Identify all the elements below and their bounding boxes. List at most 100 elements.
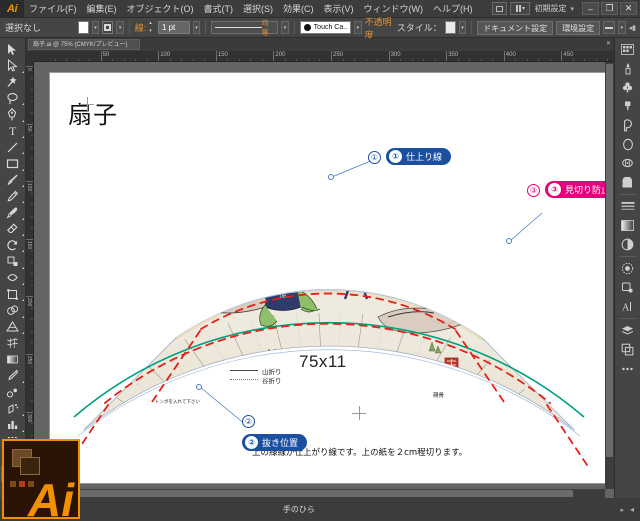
arrange-documents-icon[interactable]: ▾ (510, 2, 531, 15)
bridge-icon[interactable] (492, 2, 508, 15)
callout-pill-1[interactable]: ① 仕上り線 (386, 148, 452, 165)
paintbrush-tool[interactable] (1, 172, 25, 188)
anchor-point-top[interactable] (328, 174, 334, 180)
fill-color-swatch[interactable] (77, 21, 89, 34)
graphic-style-swatch[interactable] (444, 21, 456, 34)
menu-help[interactable]: ヘルプ(H) (428, 0, 478, 18)
gradient-tool[interactable] (1, 351, 25, 367)
tool-flyout-triangle[interactable] (21, 152, 24, 155)
artboard[interactable]: 06 扇子 75x11 山折り 谷折り トンボを入れて下さい 親骨 上の緑線が仕… (50, 73, 614, 483)
stroke-dropdown-icon[interactable]: ▾ (116, 21, 124, 34)
mesh-tool[interactable] (1, 335, 25, 351)
menu-effect[interactable]: 効果(C) (278, 0, 319, 18)
brush-definition-selector[interactable]: Touch Ca.. (299, 21, 351, 34)
stroke-weight-input[interactable]: 1 pt (157, 21, 190, 34)
vertical-scrollbar[interactable] (605, 62, 614, 489)
stroke-weight-stepper[interactable]: ▴ ▾ (149, 21, 155, 34)
tool-flyout-triangle[interactable] (21, 380, 24, 383)
more-panels-icon[interactable] (616, 359, 640, 378)
menu-object[interactable]: オブジェクト(O) (122, 0, 199, 18)
callout-pill-2[interactable]: ② 抜き位置 (242, 434, 308, 451)
vertical-ruler[interactable]: 0 50 100 150 200 250 300 (26, 62, 34, 498)
tool-flyout-triangle[interactable] (21, 217, 24, 220)
horizontal-scroll-thumb[interactable] (36, 490, 573, 497)
menu-select[interactable]: 選択(S) (238, 0, 278, 18)
perspective-grid-tool[interactable] (1, 319, 25, 335)
align-dropdown-icon[interactable]: ▾ (617, 21, 626, 34)
ruler-corner[interactable] (26, 51, 34, 62)
tool-flyout-triangle[interactable] (21, 250, 24, 253)
column-graph-tool[interactable] (1, 417, 25, 433)
color-themes-panel-icon[interactable] (616, 135, 640, 154)
pen-tool[interactable] (1, 106, 25, 122)
menu-view[interactable]: 表示(V) (319, 0, 359, 18)
tool-flyout-triangle[interactable] (21, 168, 24, 171)
tool-flyout-triangle[interactable] (21, 135, 24, 138)
magic-wand-tool[interactable] (1, 74, 25, 90)
type-tool[interactable]: T (1, 123, 25, 139)
stroke-color-swatch[interactable] (102, 21, 114, 34)
document-setup-button[interactable]: ドキュメント設定 (477, 20, 554, 35)
workspace-caret-icon[interactable]: ▾ (570, 5, 574, 13)
shape-panel-icon[interactable] (616, 154, 640, 173)
tool-flyout-triangle[interactable] (21, 233, 24, 236)
direct-selection-tool[interactable] (1, 57, 25, 73)
minimize-button[interactable]: – (582, 2, 599, 15)
maximize-button[interactable]: ❐ (601, 2, 618, 15)
stepper-up-icon[interactable]: ▴ (149, 21, 155, 26)
horizontal-ruler[interactable]: 50100150200250300350400450500 (34, 51, 614, 62)
shape-builder-panel-icon[interactable] (616, 173, 640, 192)
anchor-point-bottom[interactable] (196, 384, 202, 390)
tool-flyout-triangle[interactable] (21, 282, 24, 285)
tool-flyout-triangle[interactable] (21, 315, 24, 318)
rectangle-tool[interactable] (1, 155, 25, 171)
stroke-profile-selector[interactable]: 均等 (211, 20, 279, 37)
align-options-icon[interactable] (603, 21, 615, 34)
tool-flyout-triangle[interactable] (21, 119, 24, 122)
close-button[interactable]: ✕ (620, 2, 637, 15)
preferences-button[interactable]: 環境設定 (556, 20, 601, 35)
eyedropper-tool[interactable] (1, 368, 25, 384)
control-bar-overflow-icon[interactable]: ◂▮ (629, 24, 636, 32)
menu-edit[interactable]: 編集(E) (82, 0, 122, 18)
callout-pill-3[interactable]: ③ 見切り防止線 (545, 181, 614, 198)
transparency-panel-icon[interactable] (616, 235, 640, 254)
opacity-label[interactable]: 不透明度 (365, 15, 394, 41)
stepper-down-icon[interactable]: ▾ (149, 29, 155, 34)
shape-builder-tool[interactable] (1, 302, 25, 318)
eraser-tool[interactable] (1, 221, 25, 237)
tool-flyout-triangle[interactable] (21, 103, 24, 106)
tool-flyout-triangle[interactable] (21, 299, 24, 302)
tool-flyout-triangle[interactable] (21, 413, 24, 416)
artboards-panel-icon[interactable] (616, 340, 640, 359)
pencil-tool[interactable] (1, 188, 25, 204)
menu-type[interactable]: 書式(T) (199, 0, 239, 18)
stroke-panel-icon[interactable] (616, 197, 640, 216)
tool-flyout-triangle[interactable] (21, 184, 24, 187)
tool-flyout-triangle[interactable] (21, 70, 24, 73)
graphic-styles-panel-icon[interactable] (616, 278, 640, 297)
document-tab-close-icon[interactable]: ✕ (606, 40, 611, 47)
layers-panel-icon[interactable] (616, 321, 640, 340)
swatches-panel-icon[interactable] (616, 78, 640, 97)
document-tab[interactable]: 扇子.ai @ 75% (CMYK/プレビュー) (28, 39, 141, 50)
status-menu-icon[interactable]: ▸ (620, 506, 624, 514)
style-dropdown-icon[interactable]: ▾ (458, 21, 467, 34)
menu-file[interactable]: ファイル(F) (24, 0, 82, 18)
vertical-scroll-thumb[interactable] (606, 64, 613, 457)
gradient-panel-icon[interactable] (616, 216, 640, 235)
free-transform-tool[interactable] (1, 286, 25, 302)
tool-flyout-triangle[interactable] (21, 429, 24, 432)
scale-tool[interactable] (1, 253, 25, 269)
width-tool[interactable] (1, 270, 25, 286)
line-segment-tool[interactable] (1, 139, 25, 155)
brushes-panel-icon[interactable] (616, 97, 640, 116)
horizontal-scrollbar[interactable] (34, 489, 605, 498)
rotate-tool[interactable] (1, 237, 25, 253)
character-panel-icon[interactable]: A (616, 297, 640, 316)
color-panel-icon[interactable] (616, 40, 640, 59)
blend-tool[interactable] (1, 384, 25, 400)
blob-brush-tool[interactable] (1, 204, 25, 220)
appearance-panel-icon[interactable] (616, 259, 640, 278)
stroke-profile-dropdown-icon[interactable]: ▾ (281, 21, 289, 34)
